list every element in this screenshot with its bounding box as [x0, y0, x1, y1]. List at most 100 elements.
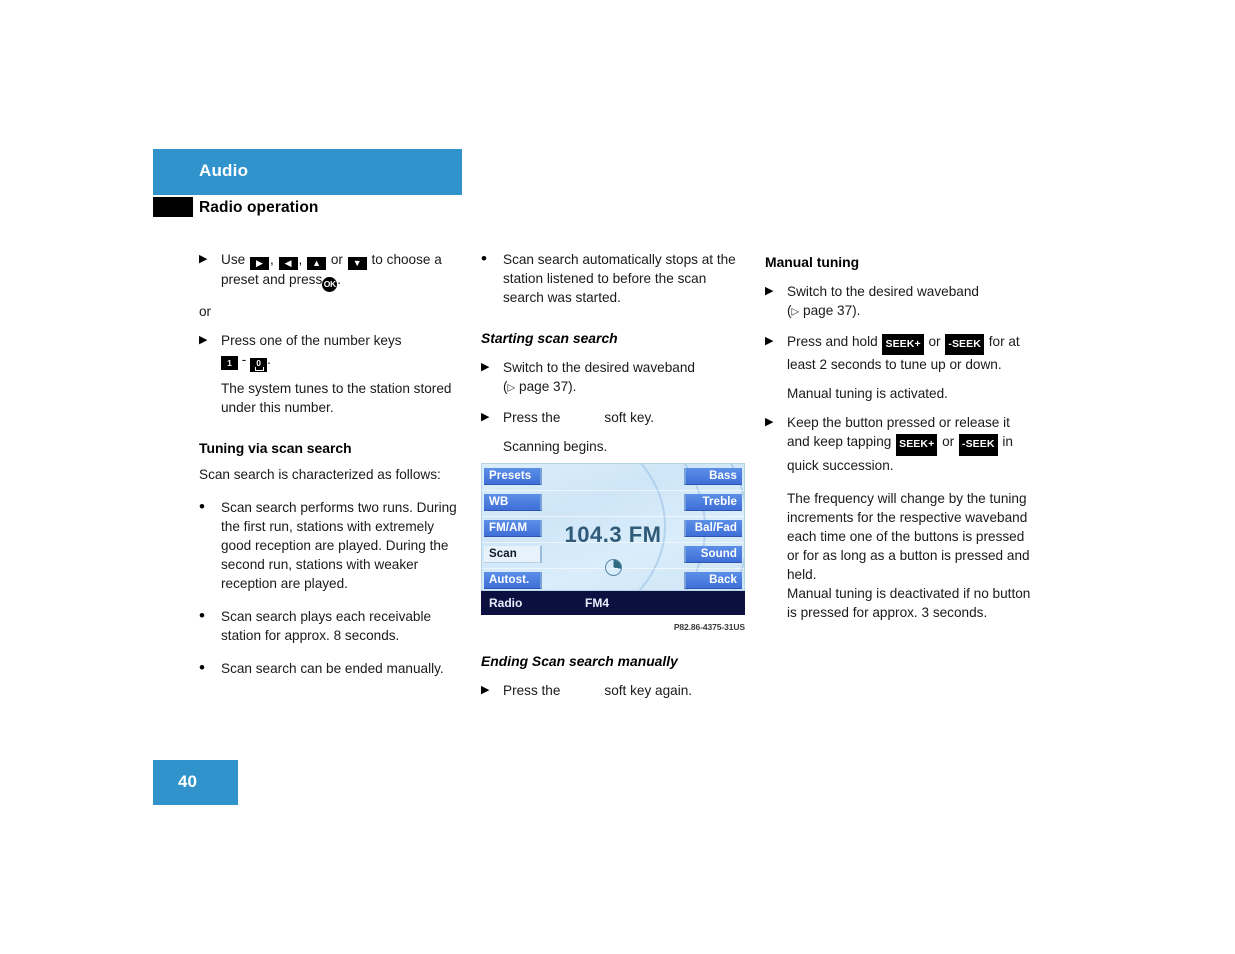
arrow-bullet-icon: ▶ — [765, 416, 774, 428]
section-title: Audio — [199, 161, 249, 180]
softkey-wb[interactable]: WB — [484, 494, 542, 511]
step-switch-waveband-c3-text: Switch to the desired waveband (▷ page 37… — [787, 282, 1031, 322]
result-manual-tuning-deactivated: Manual tuning is deactivated if no butto… — [787, 585, 1031, 620]
press-the-label-again: Press the — [503, 683, 561, 698]
step-keep-tapping-seek: ▶ Keep the button pressed or release it … — [765, 413, 1031, 475]
seek-minus-key-icon: -SEEK — [945, 333, 984, 355]
step-press-scan-softkey-again: ▶ Press the soft key again. — [481, 681, 747, 700]
bullet-scan-two-runs: • Scan search performs two runs. During … — [199, 498, 465, 593]
screen-divider — [482, 490, 744, 491]
radio-screen: Presets WB FM/AM Scan Autost. Bass Trebl… — [481, 463, 745, 591]
bullet-icon: • — [481, 249, 487, 268]
arrow-bullet-icon: ▶ — [481, 361, 490, 373]
seek-plus-key-icon: SEEK+ — [882, 333, 924, 355]
press-number-keys-label: Press one of the number keys — [221, 333, 402, 348]
comma-2: , — [298, 252, 303, 267]
pie-dial-icon — [604, 559, 622, 576]
page-triangle-icon: ▷ — [791, 306, 800, 318]
arrow-bullet-icon: ▶ — [765, 285, 774, 297]
ok-key-icon: OK — [322, 277, 338, 292]
arrow-bullet-icon: ▶ — [199, 253, 208, 265]
radio-display-figure: Presets WB FM/AM Scan Autost. Bass Trebl… — [481, 463, 745, 632]
arrow-left-key-icon: ◀ — [278, 257, 298, 270]
step-press-hold-seek: ▶ Press and hold SEEK+ or -SEEK for at l… — [765, 332, 1031, 375]
arrow-down-key-icon: ▼ — [347, 257, 367, 270]
section-header-bar: Audio — [153, 149, 462, 195]
page-title: Radio operation — [199, 199, 319, 216]
arrow-bullet-icon: ▶ — [199, 334, 208, 346]
softkey-bass[interactable]: Bass — [684, 468, 742, 485]
softkey-treble[interactable]: Treble — [684, 494, 742, 511]
step-switch-waveband-c2: ▶ Switch to the desired waveband (▷ page … — [481, 358, 747, 398]
bullet-scan-autostop-text: Scan search automatically stops at the s… — [503, 252, 736, 305]
screen-divider — [482, 516, 744, 517]
arrow-right-key-icon: ▶ — [249, 257, 269, 270]
number-key-1-icon: 1 — [221, 356, 238, 370]
press-hold-label: Press and hold — [787, 333, 878, 349]
result-scanning-begins: Scanning begins. — [503, 438, 608, 454]
comma-1: , — [269, 252, 274, 267]
bullet-icon: • — [199, 497, 205, 516]
radio-status-bar: Radio FM4 — [481, 591, 745, 615]
space-bar-glyph-icon — [255, 366, 265, 371]
frequency-readout: 104.3 FM — [564, 522, 662, 547]
column-three: Manual tuning ▶ Switch to the desired wa… — [765, 253, 1031, 622]
step-press-scan-softkey-text: Press the soft key. — [503, 408, 747, 427]
step-number-keys-text: Press one of the number keys 1 - 0. — [221, 331, 465, 372]
bullet-scan-autostop: • Scan search automatically stops at the… — [481, 250, 747, 307]
or-inline-3: or — [942, 434, 955, 449]
figure-caption: P82.86-4375-31US — [673, 622, 745, 632]
number-key-0-icon: 0 — [250, 358, 268, 372]
step-press-scan-softkey-again-text: Press the soft key again. — [503, 681, 747, 700]
period-2: . — [267, 352, 271, 367]
softkey-presets[interactable]: Presets — [484, 468, 542, 485]
seek-minus-key-icon: -SEEK — [958, 434, 998, 456]
page-ref-close-c2: ). — [568, 379, 577, 394]
step-press-hold-seek-text: Press and hold SEEK+ or -SEEK for at lea… — [787, 332, 1031, 375]
soft-key-label: soft key. — [604, 409, 655, 425]
press-the-label: Press the — [503, 409, 561, 425]
or-separator: or — [199, 304, 212, 319]
bullet-scan-duration-text: Scan search plays each receivable statio… — [221, 609, 432, 643]
bullet-scan-duration: • Scan search plays each receivable stat… — [199, 607, 465, 645]
soft-key-again-label: soft key again. — [604, 683, 693, 698]
result-frequency-change: The frequency will change by the tuning … — [787, 490, 1030, 582]
step-use-arrow-keys-text: Use ▶, ◀, ▲ or ▼ to choose a preset and … — [221, 250, 465, 292]
arrow-bullet-icon: ▶ — [765, 334, 774, 347]
column-one: ▶ Use ▶, ◀, ▲ or ▼ to choose a preset an… — [199, 250, 465, 678]
arrow-up-key-icon: ▲ — [307, 257, 327, 270]
status-band-label: FM4 — [585, 596, 609, 610]
switch-waveband-label-c3: Switch to the desired waveband — [787, 284, 979, 299]
bullet-scan-two-runs-text: Scan search performs two runs. During th… — [221, 500, 457, 591]
step-keep-tapping-seek-text: Keep the button pressed or release it an… — [787, 413, 1031, 475]
page-triangle-icon: ▷ — [507, 382, 516, 394]
bullet-scan-end-manually: • Scan search can be ended manually. — [199, 659, 465, 678]
step-number-keys: ▶ Press one of the number keys 1 - 0. — [199, 331, 465, 372]
page-ref-c2[interactable]: page 37 — [519, 379, 568, 394]
arrow-bullet-icon: ▶ — [481, 410, 490, 423]
step-switch-waveband-c3: ▶ Switch to the desired waveband (▷ page … — [765, 282, 1031, 322]
result-number-keys: The system tunes to the station stored u… — [221, 381, 452, 415]
step-use-arrow-keys: ▶ Use ▶, ◀, ▲ or ▼ to choose a preset an… — [199, 250, 465, 292]
or-inline-1: or — [330, 252, 343, 267]
intro-tuning-text: Scan search is characterized as follows: — [199, 467, 441, 482]
bullet-icon: • — [199, 658, 205, 677]
page-number-box: 40 — [153, 760, 238, 805]
use-label: Use — [221, 252, 246, 267]
scan-progress-indicator — [482, 559, 744, 581]
switch-waveband-label-c2: Switch to the desired waveband — [503, 360, 695, 375]
column-two: • Scan search automatically stops at the… — [481, 250, 747, 456]
heading-starting-scan-search: Starting scan search — [481, 330, 618, 346]
step-switch-waveband-c2-text: Switch to the desired waveband (▷ page 37… — [503, 358, 747, 398]
period-1: . — [337, 272, 342, 287]
chapter-tab-marker — [153, 197, 193, 217]
page-ref-close-c3: ). — [852, 303, 861, 318]
result-manual-tuning-activated: Manual tuning is activated. — [787, 386, 948, 401]
heading-ending-scan-search: Ending Scan search manually — [481, 653, 678, 669]
step-press-scan-softkey: ▶ Press the soft key. — [481, 408, 747, 427]
page-number: 40 — [178, 772, 197, 791]
heading-tuning-via-scan-search: Tuning via scan search — [199, 440, 352, 456]
arrow-bullet-icon: ▶ — [481, 684, 490, 696]
bullet-icon: • — [199, 606, 205, 625]
page-ref-c3[interactable]: page 37 — [803, 303, 852, 318]
